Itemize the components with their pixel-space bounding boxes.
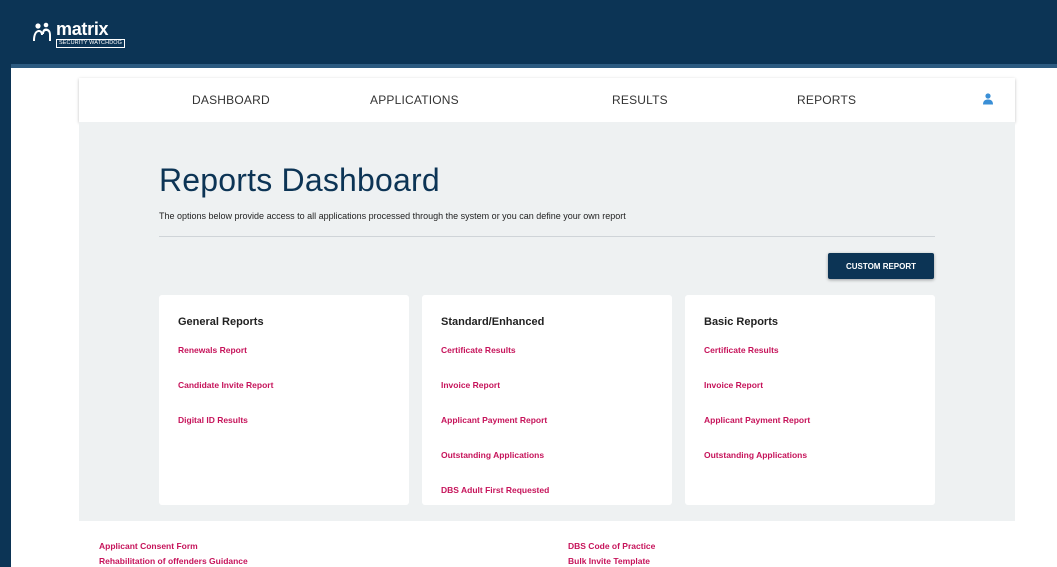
general-reports-card: General Reports Renewals Report Candidat… bbox=[159, 295, 409, 505]
candidate-invite-report-link[interactable]: Candidate Invite Report bbox=[178, 380, 273, 415]
people-icon bbox=[32, 22, 54, 42]
digital-id-results-link[interactable]: Digital ID Results bbox=[178, 415, 273, 450]
page-title: Reports Dashboard bbox=[159, 162, 440, 198]
applicant-consent-form-link[interactable]: Applicant Consent Form bbox=[99, 541, 198, 551]
bulk-invite-template-link[interactable]: Bulk Invite Template bbox=[568, 556, 650, 566]
dbs-adult-first-requested-link[interactable]: DBS Adult First Requested bbox=[441, 485, 549, 520]
outstanding-applications-link[interactable]: Outstanding Applications bbox=[441, 450, 549, 485]
nav-dashboard[interactable]: DASHBOARD bbox=[192, 93, 270, 107]
nav-reports[interactable]: REPORTS bbox=[797, 93, 856, 107]
header-divider bbox=[0, 64, 1057, 68]
standard-enhanced-card: Standard/Enhanced Certificate Results In… bbox=[422, 295, 672, 505]
page-subtitle: The options below provide access to all … bbox=[159, 211, 626, 221]
section-divider bbox=[159, 236, 935, 237]
report-link-list: Certificate Results Invoice Report Appli… bbox=[441, 345, 549, 520]
dbs-code-of-practice-link[interactable]: DBS Code of Practice bbox=[568, 541, 655, 551]
invoice-report-link[interactable]: Invoice Report bbox=[441, 380, 549, 415]
applicant-payment-report-link[interactable]: Applicant Payment Report bbox=[441, 415, 549, 450]
user-icon[interactable] bbox=[983, 92, 993, 105]
brand-logo[interactable]: matrix SECURITY WATCHDOG bbox=[32, 19, 126, 48]
nav-applications[interactable]: APPLICATIONS bbox=[370, 93, 459, 107]
brand-name: matrix bbox=[56, 19, 109, 39]
certificate-results-link[interactable]: Certificate Results bbox=[704, 345, 810, 380]
outstanding-applications-link[interactable]: Outstanding Applications bbox=[704, 450, 810, 485]
certificate-results-link[interactable]: Certificate Results bbox=[441, 345, 549, 380]
brand-tagline: SECURITY WATCHDOG bbox=[56, 39, 126, 48]
applicant-payment-report-link[interactable]: Applicant Payment Report bbox=[704, 415, 810, 450]
rehabilitation-guidance-link[interactable]: Rehabilitation of offenders Guidance bbox=[99, 556, 248, 566]
nav-results[interactable]: RESULTS bbox=[612, 93, 668, 107]
report-link-list: Renewals Report Candidate Invite Report … bbox=[178, 345, 273, 450]
reports-panel: Reports Dashboard The options below prov… bbox=[79, 122, 1015, 521]
card-title: Standard/Enhanced bbox=[441, 316, 545, 328]
invoice-report-link[interactable]: Invoice Report bbox=[704, 380, 810, 415]
basic-reports-card: Basic Reports Certificate Results Invoic… bbox=[685, 295, 935, 505]
report-link-list: Certificate Results Invoice Report Appli… bbox=[704, 345, 810, 485]
custom-report-button[interactable]: CUSTOM REPORT bbox=[828, 253, 934, 279]
renewals-report-link[interactable]: Renewals Report bbox=[178, 345, 273, 380]
top-header: matrix SECURITY WATCHDOG bbox=[0, 0, 1057, 64]
card-title: General Reports bbox=[178, 316, 264, 328]
main-nav: DASHBOARD APPLICATIONS RESULTS REPORTS bbox=[79, 78, 1015, 122]
card-title: Basic Reports bbox=[704, 316, 778, 328]
left-edge-bar bbox=[0, 0, 11, 567]
